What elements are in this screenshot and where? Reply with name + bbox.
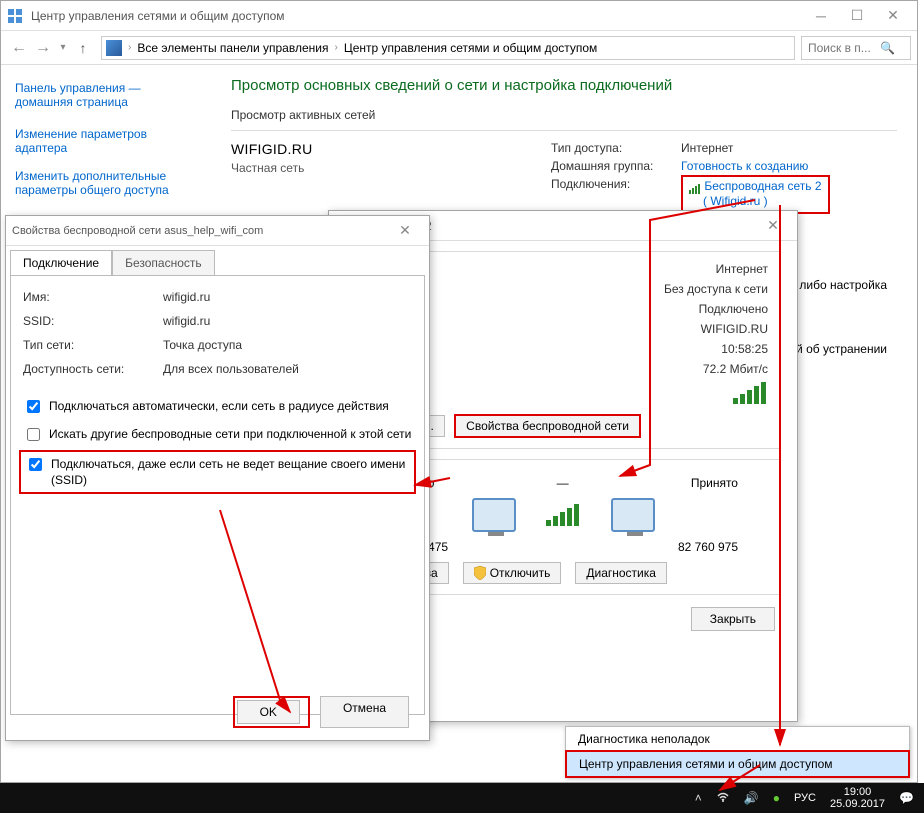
search-input[interactable] bbox=[806, 40, 876, 56]
back-button[interactable]: ← bbox=[7, 36, 31, 60]
ok-button[interactable]: OK bbox=[237, 700, 300, 724]
ctx-network-center[interactable]: Центр управления сетями и общим доступом bbox=[565, 750, 910, 778]
ssid-value: WIFIGID.RU bbox=[701, 322, 768, 336]
wifi-properties-button[interactable]: Свойства беспроводной сети bbox=[454, 414, 641, 438]
search-icon: 🔍 bbox=[880, 41, 895, 55]
homegroup-link[interactable]: Готовность к созданию bbox=[681, 159, 808, 173]
name-value: wifigid.ru bbox=[163, 290, 210, 304]
props-title: Свойства беспроводной сети asus_help_wif… bbox=[12, 225, 387, 237]
tab-connection[interactable]: Подключение bbox=[10, 250, 112, 275]
disable-button[interactable]: Отключить bbox=[463, 562, 562, 584]
forward-button[interactable]: → bbox=[31, 36, 55, 60]
recv-value: 82 760 975 bbox=[678, 540, 738, 554]
monitor-icon bbox=[611, 498, 655, 532]
homegroup-label: Домашняя группа: bbox=[551, 159, 681, 173]
taskbar: ˄ 🔊 ● РУС 19:00 25.09.2017 💬 bbox=[0, 783, 924, 813]
connection-link-box: Беспроводная сеть 2 ( Wifigid.ru ) bbox=[681, 175, 830, 214]
sidebar-home-link[interactable]: Панель управления — домашняя страница bbox=[15, 81, 197, 109]
minimize-button[interactable]: ─ bbox=[803, 4, 839, 28]
search-box[interactable]: 🔍 bbox=[801, 36, 911, 60]
search-other-checkbox[interactable]: Искать другие беспроводные сети при подк… bbox=[23, 426, 412, 444]
speed-value: 72.2 Мбит/с bbox=[703, 362, 768, 376]
tray-up-icon[interactable]: ˄ bbox=[695, 791, 702, 805]
notification-tray-icon[interactable]: 💬 bbox=[899, 791, 914, 805]
history-dropdown[interactable]: ▾ bbox=[55, 42, 71, 53]
active-networks-label: Просмотр активных сетей bbox=[231, 108, 897, 122]
avail-label: Доступность сети: bbox=[23, 362, 163, 376]
nettype-value: Точка доступа bbox=[163, 338, 242, 352]
close-button[interactable]: ✕ bbox=[875, 4, 911, 28]
monitor-icon bbox=[472, 498, 516, 532]
access-value: Интернет bbox=[681, 141, 733, 155]
tray-context-menu: Диагностика неполадок Центр управления с… bbox=[565, 726, 910, 778]
sidebar-sharing-link[interactable]: Изменить дополнительные параметры общего… bbox=[15, 169, 197, 197]
address-bar[interactable]: › Все элементы панели управления › Центр… bbox=[101, 36, 795, 60]
auto-connect-checkbox[interactable]: Подключаться автоматически, если сеть в … bbox=[23, 398, 412, 416]
ctx-diagnose[interactable]: Диагностика неполадок bbox=[566, 727, 909, 751]
props-close-x[interactable]: ✕ bbox=[387, 219, 423, 243]
breadcrumb-item[interactable]: Центр управления сетями и общим доступом bbox=[344, 41, 598, 55]
props-titlebar: Свойства беспроводной сети asus_help_wif… bbox=[6, 216, 429, 246]
connections-label: Подключения: bbox=[551, 177, 681, 214]
language-indicator[interactable]: РУС bbox=[794, 792, 816, 804]
ssid-value: wifigid.ru bbox=[163, 314, 210, 328]
skype-tray-icon[interactable]: ● bbox=[773, 791, 780, 805]
titlebar: Центр управления сетями и общим доступом… bbox=[1, 1, 917, 31]
duration-value: 10:58:25 bbox=[721, 342, 768, 356]
tab-security[interactable]: Безопасность bbox=[112, 250, 215, 275]
ipv6-value: Без доступа к сети bbox=[664, 282, 768, 296]
ssid-label: SSID: bbox=[23, 314, 163, 328]
status-close-x[interactable]: ✕ bbox=[755, 214, 791, 238]
sidebar-adapter-link[interactable]: Изменение параметров адаптера bbox=[15, 127, 197, 155]
network-name: WIFIGID.RU bbox=[231, 141, 551, 157]
wifi-signal-icon bbox=[689, 180, 701, 194]
address-icon bbox=[106, 40, 122, 56]
avail-value: Для всех пользователей bbox=[163, 362, 299, 376]
clock[interactable]: 19:00 25.09.2017 bbox=[830, 786, 885, 810]
connection-link[interactable]: Беспроводная сеть 2 bbox=[704, 179, 821, 193]
cancel-button[interactable]: Отмена bbox=[320, 696, 409, 728]
up-button[interactable]: ↑ bbox=[71, 36, 95, 60]
breadcrumb-item[interactable]: Все элементы панели управления bbox=[137, 41, 328, 55]
network-type: Частная сеть bbox=[231, 161, 551, 175]
page-heading: Просмотр основных сведений о сети и наст… bbox=[231, 77, 897, 94]
diagnose-button[interactable]: Диагностика bbox=[575, 562, 667, 584]
name-label: Имя: bbox=[23, 290, 163, 304]
wifi-properties-dialog: Свойства беспроводной сети asus_help_wif… bbox=[5, 215, 430, 741]
app-icon bbox=[7, 8, 23, 24]
signal-strength-icon bbox=[733, 382, 768, 404]
toolbar: ← → ▾ ↑ › Все элементы панели управления… bbox=[1, 31, 917, 65]
hidden-ssid-checkbox[interactable]: Подключаться, даже если сеть не ведет ве… bbox=[25, 456, 410, 488]
connection-sub[interactable]: ( Wifigid.ru ) bbox=[703, 194, 768, 208]
close-button[interactable]: Закрыть bbox=[691, 607, 775, 631]
recv-label: Принято bbox=[691, 476, 738, 490]
maximize-button[interactable]: ☐ bbox=[839, 4, 875, 28]
ipv4-value: Интернет bbox=[716, 262, 768, 276]
volume-tray-icon[interactable]: 🔊 bbox=[744, 791, 759, 805]
state-value: Подключено bbox=[699, 302, 768, 316]
window-title: Центр управления сетями и общим доступом bbox=[31, 9, 803, 23]
tab-body: Имя:wifigid.ru SSID:wifigid.ru Тип сети:… bbox=[10, 275, 425, 715]
wifi-tray-icon[interactable] bbox=[716, 791, 730, 806]
nettype-label: Тип сети: bbox=[23, 338, 163, 352]
access-label: Тип доступа: bbox=[551, 141, 681, 155]
activity-signal-icon bbox=[546, 504, 581, 526]
